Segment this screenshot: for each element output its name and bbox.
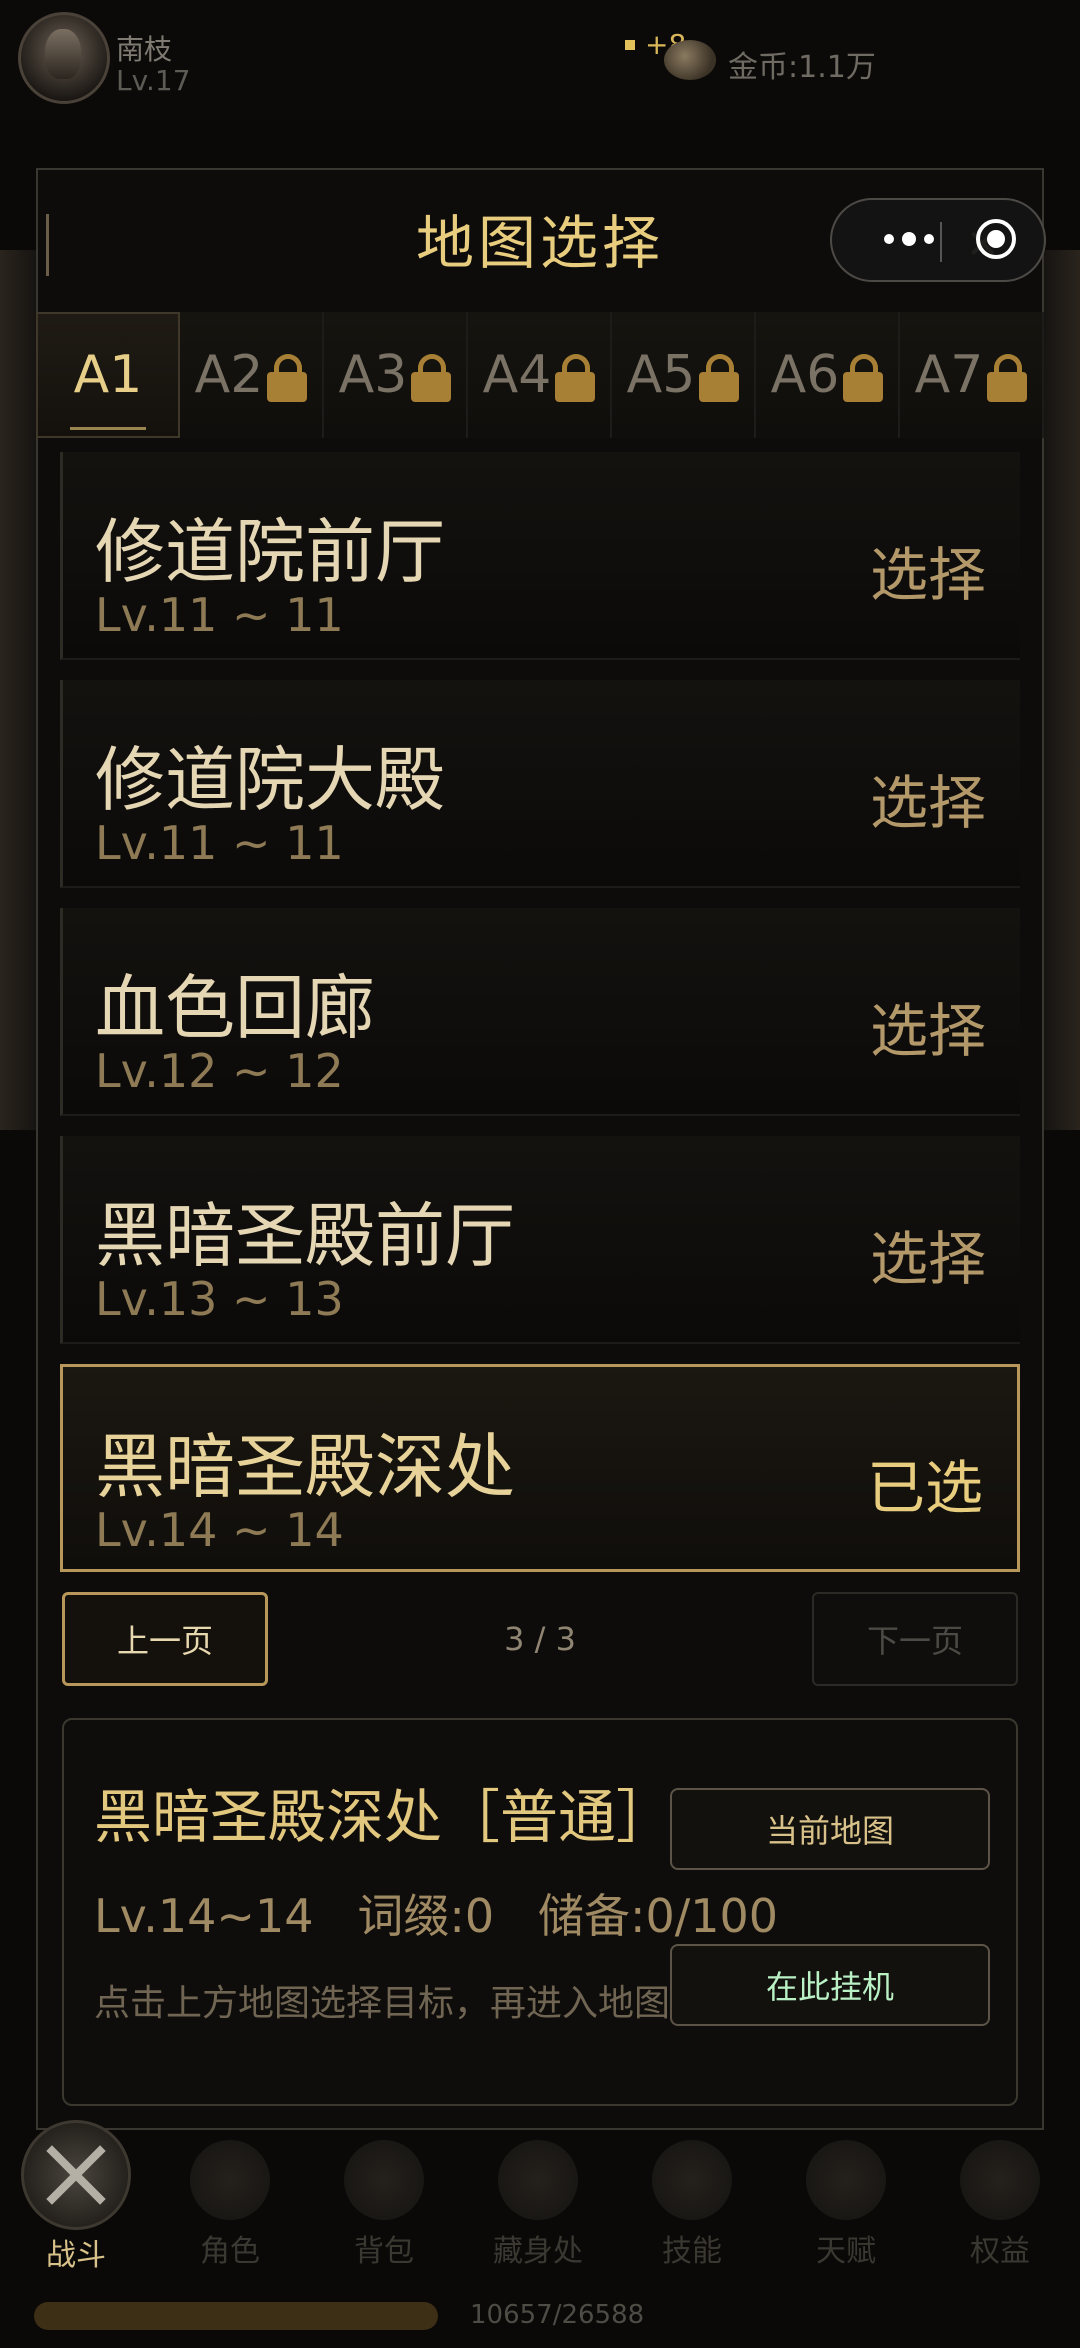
more-options-icon[interactable] [884,232,934,246]
nav-battle[interactable]: 战斗 [16,2120,136,2274]
info-map-title: 黑暗圣殿深处［普通］ [94,1783,675,1851]
tab-label: A2 [194,345,264,405]
exit-miniprogram-icon[interactable] [976,219,1016,259]
select-map-button[interactable]: 选择 [870,528,986,612]
bag-icon [344,2140,424,2220]
crown-icon [960,2140,1040,2220]
nav-label: 技能 [662,2234,722,2269]
lock-icon [987,354,1028,402]
gold-amount: 金币:1.1万 [728,50,876,85]
map-list-item[interactable]: 黑暗圣殿前厅 Lv.13 ~ 13 选择 [60,1136,1020,1344]
map-name: 修道院前厅 [95,511,445,593]
next-page-button[interactable]: 下一页 [812,1592,1018,1686]
lock-icon [411,354,452,402]
tab-label: A5 [626,345,696,405]
map-info-panel: 黑暗圣殿深处［普通］ Lv.14~14 词缀:0 储备:0/100 点击上方地图… [62,1718,1018,2106]
map-level-range: Lv.11 ~ 11 [95,588,344,642]
tab-label: A4 [482,345,552,405]
tab-a4[interactable]: A4 [468,312,612,438]
capsule-divider [940,222,942,262]
nav-talent[interactable]: 天赋 [786,2140,906,2270]
map-list-item-selected[interactable]: 黑暗圣殿深处 Lv.14 ~ 14 已选 [60,1364,1020,1572]
background-texture-right [1040,250,1080,1130]
miniprogram-capsule [830,198,1046,282]
background-texture-left [0,250,40,1130]
tab-label: A7 [914,345,984,405]
map-list-item[interactable]: 血色回廊 Lv.12 ~ 12 选择 [60,908,1020,1116]
xp-progress-bar [34,2302,438,2330]
map-level-range: Lv.12 ~ 12 [95,1044,344,1098]
gold-coin-icon [664,40,716,80]
status-bar: 南枝 Lv.17 +8 金币:1.1万 [0,0,1080,120]
map-list-item[interactable]: 修道院前厅 Lv.11 ~ 11 选择 [60,452,1020,660]
tab-a5[interactable]: A5 [612,312,756,438]
bottom-navigation: 战斗 角色 背包 藏身处 技能 天赋 权益 [0,2120,1080,2273]
current-map-button[interactable]: 当前地图 [670,1788,990,1870]
selected-status: 已选 [866,1454,983,1522]
map-level-range: Lv.11 ~ 11 [95,816,344,870]
player-name: 南枝 [116,33,173,66]
tab-a6[interactable]: A6 [756,312,900,438]
tab-label: A3 [338,345,408,405]
lock-icon [555,354,596,402]
nav-label: 背包 [354,2234,414,2269]
lock-icon [843,354,884,402]
tab-label: A1 [73,345,143,405]
map-name: 黑暗圣殿前厅 [95,1195,515,1277]
tab-a7[interactable]: A7 [900,312,1044,438]
select-map-button[interactable]: 选择 [870,756,986,840]
select-map-button[interactable]: 选择 [870,984,986,1068]
info-map-stats: Lv.14~14 词缀:0 储备:0/100 [94,1889,779,1943]
nav-label: 天赋 [816,2234,876,2269]
tab-label: A6 [770,345,840,405]
nav-label: 战斗 [46,2238,106,2273]
nav-skills[interactable]: 技能 [632,2140,752,2270]
map-name: 黑暗圣殿深处 [95,1426,515,1508]
map-level-range: Lv.14 ~ 14 [95,1503,344,1557]
hideout-icon [498,2140,578,2220]
skill-book-icon [652,2140,732,2220]
nav-benefits[interactable]: 权益 [940,2140,1060,2270]
lock-icon [267,354,308,402]
nav-hideout[interactable]: 藏身处 [478,2140,598,2270]
nav-label: 权益 [970,2234,1030,2269]
map-name: 血色回廊 [95,967,375,1049]
tab-a1[interactable]: A1 [36,312,180,438]
nav-character[interactable]: 角色 [170,2140,290,2270]
bonus-indicator-icon [625,40,635,50]
player-level: Lv.17 [116,64,191,97]
tab-a3[interactable]: A3 [324,312,468,438]
map-name: 修道院大殿 [95,739,445,821]
nav-label: 角色 [200,2234,260,2269]
map-level-range: Lv.13 ~ 13 [95,1272,344,1326]
act-tabs: A1 A2 A3 A4 A5 A6 A7 [36,312,1044,442]
map-list-item[interactable]: 修道院大殿 Lv.11 ~ 11 选择 [60,680,1020,888]
nav-bag[interactable]: 背包 [324,2140,444,2270]
select-map-button[interactable]: 选择 [870,1212,986,1296]
character-icon [190,2140,270,2220]
idle-here-button[interactable]: 在此挂机 [670,1944,990,2026]
lock-icon [699,354,740,402]
nav-label: 藏身处 [493,2234,583,2269]
crossed-swords-icon [21,2120,131,2230]
tab-a2[interactable]: A2 [180,312,324,438]
player-avatar[interactable] [18,12,110,104]
talent-icon [806,2140,886,2220]
xp-text: 10657/26588 [470,2300,645,2330]
